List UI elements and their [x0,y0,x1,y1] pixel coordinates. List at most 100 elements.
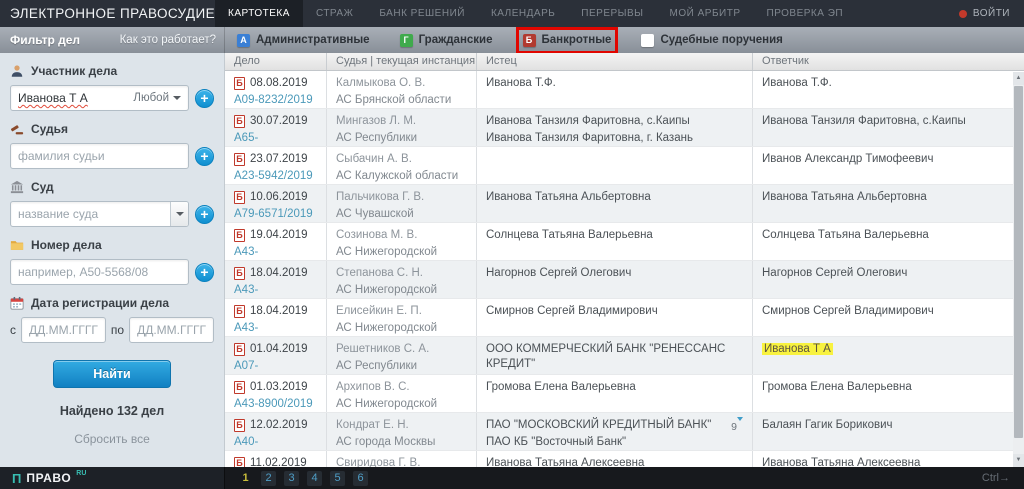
court-name: АС Брянской области [336,93,468,108]
tab-administrative[interactable]: ААдминистративные [237,34,370,47]
chevron-down-icon [737,417,743,433]
judge-name: Решетников С. А. [336,342,468,357]
case-number-link[interactable]: А43-16430/2019 [234,321,318,336]
judge-name: Кондрат Е. Н. [336,418,468,433]
case-number-link[interactable]: А79-6571/2019 [234,207,318,222]
column-header-plaintiff[interactable]: Истец [477,53,753,70]
search-button[interactable]: Найти [53,360,171,388]
administrative-tab-icon: А [237,34,250,47]
page-button-4[interactable]: 4 [307,471,322,486]
court-select[interactable]: название суда [10,201,189,227]
scroll-down-button[interactable]: ▼ [1013,454,1024,467]
pravo-logo-text: ПРАВО [26,471,71,485]
bankruptcy-case-icon: Б [234,77,245,90]
add-participant-button[interactable]: + [195,89,214,108]
court-select-arrow[interactable] [170,202,188,226]
case-number-input[interactable] [10,259,189,285]
add-case-number-button[interactable]: + [195,263,214,282]
filter-title: Фильтр дел [10,33,80,47]
nav-item-moy-arbitr[interactable]: МОЙ АРБИТР [657,0,754,27]
participant-role-dropdown[interactable]: Любой [133,92,181,104]
page-button-3[interactable]: 3 [284,471,299,486]
add-court-button[interactable]: + [195,205,214,224]
login-button[interactable]: ВОЙТИ [959,0,1024,27]
participant-label-row: Участник дела [10,64,214,78]
scroll-up-button[interactable]: ▲ [1013,72,1024,85]
nav-item-kalendar[interactable]: КАЛЕНДАРЬ [478,0,568,27]
page-button-2[interactable]: 2 [261,471,276,486]
pravo-logo-suffix: RU [76,470,86,477]
column-header-judge[interactable]: Судья | текущая инстанция [327,53,477,70]
court-orders-tab-icon [641,34,654,47]
court-name: АС города Москвы [336,435,468,450]
judge-cell: Пальчикова Г. В.АС Чувашской Республики [327,185,477,222]
defendant-cell: Нагорнов Сергей Олегович [753,261,1024,298]
case-cell: Б19.04.2019 А43-16638/2019 [225,223,327,260]
how-it-works-link[interactable]: Как это работает? [120,34,216,46]
date-from-label: с [10,323,16,337]
scrollbar-thumb[interactable] [1014,86,1023,438]
nav-item-proverka-ep[interactable]: ПРОВЕРКА ЭП [754,0,857,27]
defendant-name: Громова Елена Валерьевна [762,381,912,393]
judge-input[interactable] [10,143,189,169]
plaintiff-cell: Солнцева Татьяна Валерьевна [477,223,753,260]
bankruptcy-tab-icon: Б [523,34,536,47]
tab-bankruptcy[interactable]: ББанкротные [523,34,612,47]
bankruptcy-case-icon: Б [234,343,245,356]
date-from-input[interactable] [21,317,106,343]
page-button-5[interactable]: 5 [330,471,345,486]
case-date: 23.07.2019 [250,152,308,167]
case-number-link[interactable]: А23-5942/2019 [234,169,318,184]
tab-court-orders[interactable]: Судебные поручения [641,34,782,47]
case-cell: Б 01.04.2019 А07-10026/2019 [225,337,327,374]
case-number-link[interactable]: А65-22737/2019 [234,131,318,146]
tab-label: Гражданские [419,34,493,46]
column-header-case[interactable]: Дело [225,53,327,70]
plaintiff-name: Иванова Т.Ф. [486,76,744,91]
plaintiff-name: Иванова Татьяна Альбертовна [486,190,744,205]
bankruptcy-case-icon: Б [234,457,245,467]
reset-all-link[interactable]: Сбросить все [0,432,224,446]
case-date-line: Б30.07.2019 [234,114,318,129]
case-number-link[interactable]: А09-8232/2019 [234,93,318,108]
nav-item-strazh[interactable]: СТРАЖ [303,0,366,27]
judge-name: Сыбачин А. В. [336,152,468,167]
tab-civil[interactable]: ГГражданские [400,34,493,47]
case-number-label: Номер дела [31,238,102,252]
table-row: Б11.02.2019А45-4130/2019Свиридова Г. В.А… [225,451,1024,467]
plaintiff-cell: ПАО "МОСКОВСКИЙ КРЕДИТНЫЙ БАНК"ПАО КБ "В… [477,413,753,450]
more-parties-badge[interactable]: 9 [731,420,743,435]
case-date-line: Б19.04.2019 [234,228,318,243]
case-number-link[interactable]: А07-10026/2019 [234,359,318,374]
court-name: АС Калужской области [336,169,468,184]
case-number-link[interactable]: А40-32986/2019 [234,435,318,450]
page-button-1[interactable]: 1 [238,471,253,486]
judge-name: Свиридова Г. В. [336,456,468,467]
case-date: 18.04.2019 [250,304,308,319]
defendant-cell: Иванова Т.Ф. [753,71,1024,108]
case-date: 01.04.2019 [250,342,308,357]
plaintiff-name: Иванова Танзиля Фаритовна, г. Казань [486,131,744,146]
judge-cell: Созинова М. В.АС Нижегородской области [327,223,477,260]
bankruptcy-case-icon: Б [234,229,245,242]
pravo-logo[interactable]: П ПРАВО RU [0,467,225,489]
date-to-label: по [111,323,124,337]
plaintiff-name: Нагорнов Сергей Олегович [486,266,744,281]
participant-input[interactable]: Иванова Т А Любой [10,85,189,111]
nav-item-bank-resheniy[interactable]: БАНК РЕШЕНИЙ [366,0,478,27]
nav-item-kartoteka[interactable]: КАРТОТЕКА [215,0,303,27]
case-number-link[interactable]: А43-16638/2019 [234,245,318,260]
column-header-defendant[interactable]: Ответчик [753,53,1024,70]
add-judge-button[interactable]: + [195,147,214,166]
nav-item-pereryvy[interactable]: ПЕРЕРЫВЫ [568,0,656,27]
date-to-input[interactable] [129,317,214,343]
vertical-scrollbar[interactable]: ▲ ▼ [1013,72,1024,467]
case-number-link[interactable]: А43-16534/2019 [234,283,318,298]
page-button-6[interactable]: 6 [353,471,368,486]
gavel-icon [10,122,24,136]
case-cell: Б23.07.2019А23-5942/2019 [225,147,327,184]
case-number-link[interactable]: А43-8900/2019 [234,397,318,412]
case-cell: Б18.04.2019А43-16534/2019 [225,261,327,298]
judge-cell: Калмыкова О. В.АС Брянской области [327,71,477,108]
case-date-line: Б18.04.2019 [234,304,318,319]
